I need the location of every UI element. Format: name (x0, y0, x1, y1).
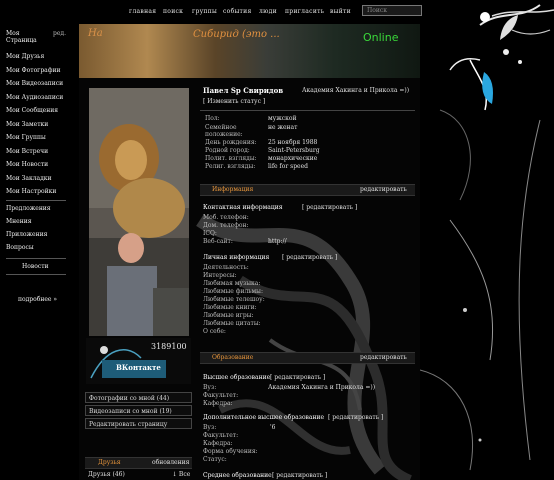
field-label: Веб-сайт: (203, 238, 233, 245)
profile-university[interactable]: Академия Хакинга и Прикола =)) (302, 87, 409, 94)
higher-edu-edit-link[interactable]: [ редактировать ] (270, 374, 325, 381)
friends-header: Друзья (98, 459, 121, 466)
videos-with-me-link[interactable]: Видеозаписи со мной (19) (85, 405, 192, 416)
field-label: Деятельность: (203, 264, 249, 271)
menu-messages[interactable]: Мои Сообщения (6, 107, 58, 114)
field-label: Любимые фильмы: (203, 288, 263, 295)
field-label: Моб. телефон: (203, 214, 249, 221)
nav-events[interactable]: события (223, 8, 252, 15)
higher-education-header: Высшее образование (203, 374, 271, 381)
nav-groups[interactable]: группы (192, 8, 217, 15)
photos-with-me-link[interactable]: Фотографии со мной (44) (85, 392, 192, 403)
nav-home[interactable]: главная (129, 8, 156, 15)
field-label: Форма обучения: (203, 448, 258, 455)
banner-text-mid: Сибирид (это ... (193, 29, 280, 40)
friends-updates-link[interactable]: обновления (152, 459, 189, 466)
vk-id: 3189100 (151, 342, 187, 351)
education-edit-link[interactable]: редактировать (360, 354, 407, 361)
personal-info-header: Личная информация (203, 254, 270, 261)
menu-photos[interactable]: Мои Фотографии (6, 67, 60, 74)
news-more-link[interactable]: подробнее » (18, 296, 57, 303)
decorative-swirl-image (420, 4, 554, 471)
field-label: Полит. взгляды: (205, 155, 257, 162)
menu-notes[interactable]: Мои Заметки (6, 121, 48, 128)
field-label: Кафедра: (203, 400, 233, 407)
field-label: Вуз: (203, 384, 217, 391)
field-label: Религ. взгляды: (205, 163, 256, 170)
search-input[interactable]: Поиск (362, 5, 422, 16)
field-label: Любимые цитаты: (203, 320, 261, 327)
profile-photo[interactable] (89, 88, 189, 336)
menu-events[interactable]: Мои Встречи (6, 148, 48, 155)
vk-logo-text: ВКонтакте (116, 363, 161, 372)
menu-questions[interactable]: Вопросы (6, 244, 34, 251)
menu-bookmarks[interactable]: Мои Закладки (6, 175, 52, 182)
field-label: Кафедра: (203, 440, 233, 447)
field-label: Родной город: (205, 147, 250, 154)
nav-invite[interactable]: пригласить (285, 8, 324, 15)
field-value: мужской (268, 115, 297, 122)
field-label: Любимые игры: (203, 312, 254, 319)
news-header: Новости (22, 263, 49, 270)
field-value: не женат (268, 124, 298, 131)
info-edit-link[interactable]: редактировать (360, 186, 407, 193)
field-value[interactable]: life for speed (268, 163, 308, 170)
education-section-header: Образование (212, 354, 254, 361)
field-value[interactable]: монархические (268, 155, 317, 162)
field-label: Любимые книги: (203, 304, 257, 311)
menu-offers[interactable]: Предложения (6, 205, 51, 212)
divider (200, 110, 415, 111)
field-label: Дом. телефон: (203, 222, 249, 229)
menu-opinions[interactable]: Мнения (6, 218, 31, 225)
profile-name: Павел Sp Свиридов (203, 86, 284, 95)
field-label: Пол: (205, 115, 220, 122)
field-label: Любимая музыка: (203, 280, 261, 287)
nav-people[interactable]: люди (259, 8, 277, 15)
nav-logout[interactable]: выйти (330, 8, 351, 15)
field-label: Семейное положение: (205, 124, 243, 138)
field-label: Любимые телешоу: (203, 296, 265, 303)
field-label: День рождения: (205, 139, 257, 146)
friends-all-link[interactable]: ↓ Все (172, 471, 190, 478)
menu-my-page[interactable]: Моя Страница (6, 30, 37, 44)
secondary-education-header: Среднее образование (203, 472, 272, 479)
personal-edit-link[interactable]: [ редактировать ] (282, 254, 337, 261)
contact-info-header: Контактная информация (203, 204, 283, 211)
field-value[interactable]: Saint-Petersburg (268, 147, 320, 154)
field-label: Факультет: (203, 392, 239, 399)
menu-apps[interactable]: Приложения (6, 231, 47, 238)
menu-friends[interactable]: Мои Друзья (6, 53, 44, 60)
field-label: Интересы: (203, 272, 237, 279)
additional-education-header: Дополнительное высшее образование (203, 414, 325, 421)
change-status-link[interactable]: [ Изменить статус ] (203, 98, 265, 105)
edit-page-link[interactable]: Редактировать страницу (85, 418, 192, 429)
menu-news[interactable]: Мои Новости (6, 161, 48, 168)
field-value: '6 (270, 424, 276, 431)
menu-divider (6, 258, 66, 259)
menu-divider (6, 274, 66, 275)
field-value[interactable]: Академия Хакинга и Прикола =)) (268, 384, 375, 391)
nav-search[interactable]: поиск (163, 8, 183, 15)
banner-text-left: На (88, 28, 103, 39)
field-value[interactable]: 25 ноября 1988 (268, 139, 317, 146)
secondary-edu-edit-link[interactable]: [ редактировать ] (272, 472, 327, 479)
menu-videos[interactable]: Мои Видеозаписи (6, 80, 63, 87)
website-value[interactable]: http:// (268, 238, 287, 245)
field-label: Вуз: (203, 424, 217, 431)
field-label: ICQ: (203, 230, 217, 237)
field-label: Статус: (203, 456, 227, 463)
menu-edit-link[interactable]: ред. (53, 30, 66, 37)
menu-groups[interactable]: Мои Группы (6, 134, 46, 141)
field-label: Факультет: (203, 432, 239, 439)
friends-count[interactable]: Друзья (46) (88, 471, 125, 478)
contact-edit-link[interactable]: [ редактировать ] (302, 204, 357, 211)
info-section-header: Информация (212, 186, 254, 193)
online-indicator: Online (363, 31, 399, 44)
additional-edu-edit-link[interactable]: [ редактировать ] (328, 414, 383, 421)
menu-audio[interactable]: Мои Аудиозаписи (6, 94, 63, 101)
menu-settings[interactable]: Мои Настройки (6, 188, 56, 195)
menu-divider (6, 200, 66, 201)
field-label: О себе: (203, 328, 226, 335)
